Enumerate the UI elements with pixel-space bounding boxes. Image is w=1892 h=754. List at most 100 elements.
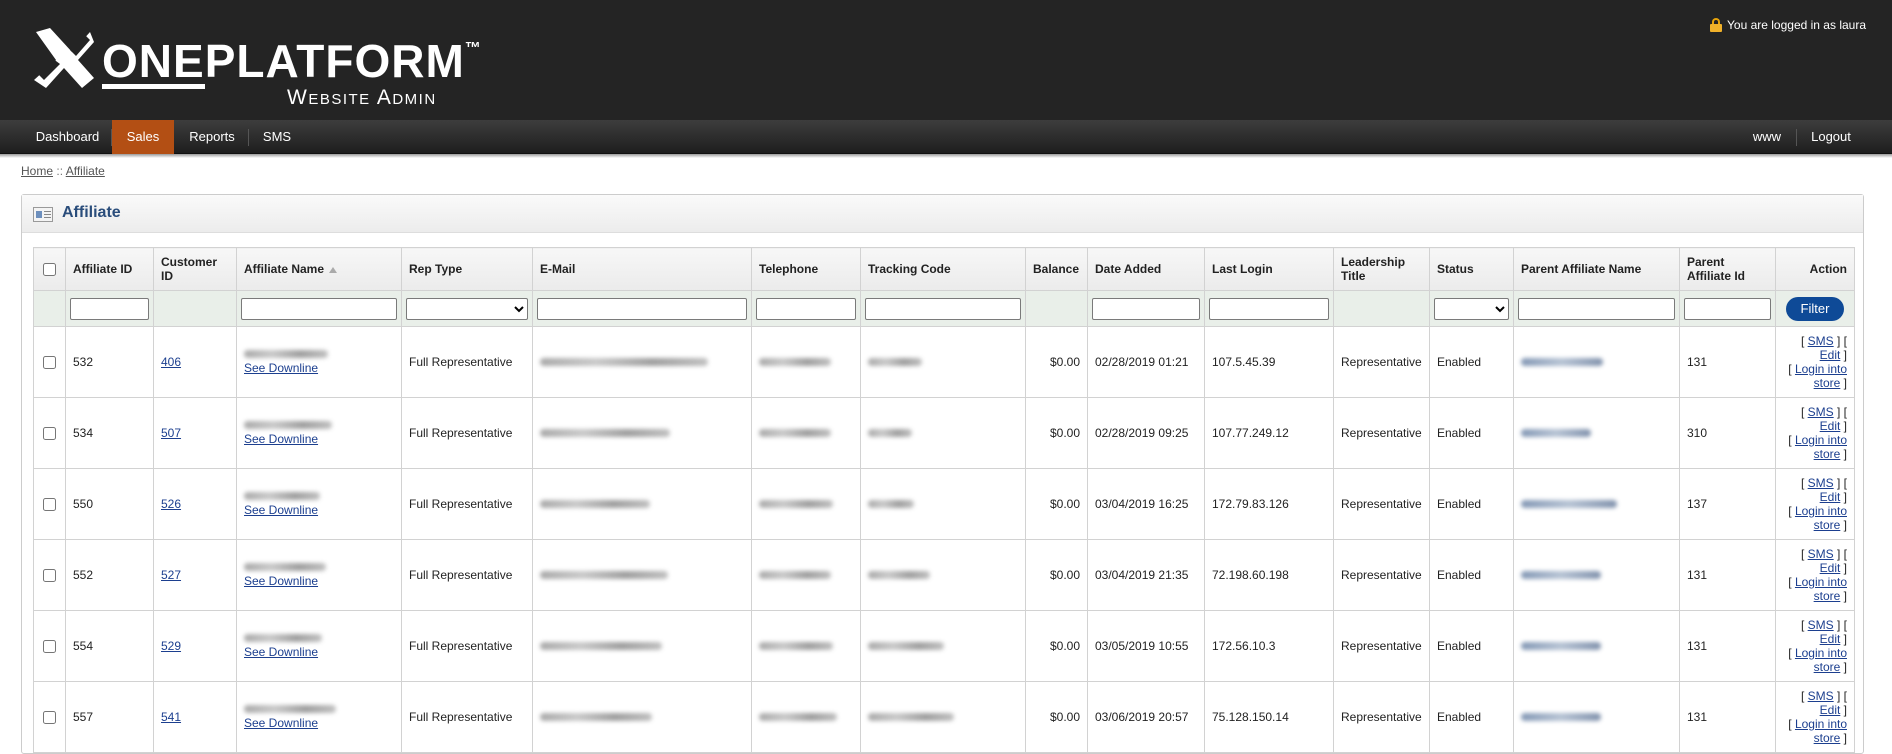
nav-sms[interactable]: SMS xyxy=(253,120,301,154)
filter-button[interactable]: Filter xyxy=(1786,296,1844,321)
col-balance[interactable]: Balance xyxy=(1025,247,1088,291)
parent-affiliate-name-redacted[interactable] xyxy=(1521,429,1591,437)
breadcrumb-affiliate[interactable]: Affiliate xyxy=(66,164,105,178)
col-action: Action xyxy=(1775,247,1855,291)
sms-link[interactable]: SMS xyxy=(1808,689,1834,703)
nav-dashboard[interactable]: Dashboard xyxy=(26,120,109,154)
logo-x-icon xyxy=(34,28,94,88)
filter-rep-type-select[interactable] xyxy=(406,297,528,320)
filter-parent-affiliate-name-input[interactable] xyxy=(1518,297,1675,320)
filter-email-input[interactable] xyxy=(537,297,747,320)
login-into-store-link[interactable]: Login into store xyxy=(1795,362,1847,390)
row-checkbox[interactable] xyxy=(43,639,56,653)
col-parent-affiliate-id[interactable]: Parent Affiliate Id xyxy=(1679,247,1776,291)
email-cell xyxy=(532,468,752,540)
nav-www[interactable]: www xyxy=(1741,120,1793,154)
see-downline-link[interactable]: See Downline xyxy=(244,645,318,659)
col-parent-affiliate-name[interactable]: Parent Affiliate Name xyxy=(1513,247,1680,291)
customer-id-link[interactable]: 529 xyxy=(161,639,181,653)
date-added-cell: 03/04/2019 16:25 xyxy=(1087,468,1205,540)
col-status[interactable]: Status xyxy=(1429,247,1514,291)
login-into-store-link[interactable]: Login into store xyxy=(1795,646,1847,674)
filter-cell xyxy=(65,290,154,327)
sms-link[interactable]: SMS xyxy=(1808,405,1834,419)
col-date-added[interactable]: Date Added xyxy=(1087,247,1205,291)
login-into-store-link[interactable]: Login into store xyxy=(1795,433,1847,461)
filter-tracking-code-input[interactable] xyxy=(865,297,1021,320)
row-checkbox[interactable] xyxy=(43,497,56,511)
balance-cell: $0.00 xyxy=(1025,539,1088,611)
parent-affiliate-name-redacted[interactable] xyxy=(1521,642,1601,650)
col-customer-id[interactable]: Customer ID xyxy=(153,247,237,291)
parent-affiliate-name-redacted[interactable] xyxy=(1521,713,1601,721)
last-login-cell: 107.5.45.39 xyxy=(1204,326,1334,398)
parent-affiliate-id-cell: 131 xyxy=(1679,539,1776,611)
row-checkbox[interactable] xyxy=(43,355,56,369)
sort-ascending-icon xyxy=(329,266,338,273)
sms-link[interactable]: SMS xyxy=(1808,334,1834,348)
filter-affiliate-name-input[interactable] xyxy=(241,297,397,320)
filter-affiliate-id-input[interactable] xyxy=(70,297,149,320)
see-downline-link[interactable]: See Downline xyxy=(244,716,318,730)
login-into-store-link[interactable]: Login into store xyxy=(1795,575,1847,603)
customer-id-link[interactable]: 406 xyxy=(161,355,181,369)
col-rep-type[interactable]: Rep Type xyxy=(401,247,533,291)
col-telephone[interactable]: Telephone xyxy=(751,247,861,291)
filter-date-added-input[interactable] xyxy=(1092,297,1200,320)
see-downline-link[interactable]: See Downline xyxy=(244,432,318,446)
login-into-store-link[interactable]: Login into store xyxy=(1795,717,1847,745)
login-into-store-link[interactable]: Login into store xyxy=(1795,504,1847,532)
col-tracking-code[interactable]: Tracking Code xyxy=(860,247,1026,291)
parent-affiliate-name-redacted[interactable] xyxy=(1521,571,1601,579)
parent-affiliate-name-redacted[interactable] xyxy=(1521,358,1603,366)
filter-last-login-input[interactable] xyxy=(1209,297,1329,320)
row-checkbox[interactable] xyxy=(43,710,56,724)
app-logo[interactable]: ONEPLATFORM™ Website Admin xyxy=(30,26,481,109)
breadcrumb-home[interactable]: Home xyxy=(21,164,53,178)
customer-id-link[interactable]: 526 xyxy=(161,497,181,511)
edit-link[interactable]: Edit xyxy=(1820,490,1841,504)
parent-affiliate-id-cell: 137 xyxy=(1679,468,1776,540)
col-affiliate-name[interactable]: Affiliate Name xyxy=(236,247,402,291)
select-all-checkbox[interactable] xyxy=(43,262,56,276)
nav-sales[interactable]: Sales xyxy=(112,120,174,154)
login-status-text: You are logged in as laura xyxy=(1727,18,1866,32)
affiliate-name-cell: See Downline xyxy=(236,539,402,611)
last-login-cell: 75.128.150.14 xyxy=(1204,681,1334,753)
affiliate-id-cell: 554 xyxy=(65,610,154,682)
see-downline-link[interactable]: See Downline xyxy=(244,361,318,375)
customer-id-link[interactable]: 541 xyxy=(161,710,181,724)
action-cell: [ SMS ] [ Edit ] [ Login into store ] xyxy=(1775,610,1855,682)
nav-reports[interactable]: Reports xyxy=(182,120,242,154)
col-leadership-title[interactable]: Leadership Title xyxy=(1333,247,1430,291)
filter-parent-affiliate-id-input[interactable] xyxy=(1684,297,1771,320)
affiliate-name-redacted xyxy=(244,420,332,429)
filter-telephone-input[interactable] xyxy=(756,297,856,320)
edit-link[interactable]: Edit xyxy=(1820,419,1841,433)
edit-link[interactable]: Edit xyxy=(1820,703,1841,717)
email-cell xyxy=(532,397,752,469)
customer-id-link[interactable]: 507 xyxy=(161,426,181,440)
sms-link[interactable]: SMS xyxy=(1808,476,1834,490)
nav-logout[interactable]: Logout xyxy=(1803,120,1859,154)
edit-link[interactable]: Edit xyxy=(1820,632,1841,646)
parent-affiliate-name-redacted[interactable] xyxy=(1521,500,1617,508)
see-downline-link[interactable]: See Downline xyxy=(244,574,318,588)
col-affiliate-id[interactable]: Affiliate ID xyxy=(65,247,154,291)
col-email[interactable]: E-Mail xyxy=(532,247,752,291)
customer-id-cell: 541 xyxy=(153,681,237,753)
edit-link[interactable]: Edit xyxy=(1820,348,1841,362)
row-checkbox[interactable] xyxy=(43,568,56,582)
customer-id-link[interactable]: 527 xyxy=(161,568,181,582)
logo-subtitle: Website Admin xyxy=(287,86,437,109)
balance-cell: $0.00 xyxy=(1025,681,1088,753)
filter-status-select[interactable] xyxy=(1434,297,1509,320)
see-downline-link[interactable]: See Downline xyxy=(244,503,318,517)
row-checkbox[interactable] xyxy=(43,426,56,440)
customer-id-cell: 406 xyxy=(153,326,237,398)
sms-link[interactable]: SMS xyxy=(1808,547,1834,561)
col-last-login[interactable]: Last Login xyxy=(1204,247,1334,291)
parent-affiliate-id-cell: 310 xyxy=(1679,397,1776,469)
sms-link[interactable]: SMS xyxy=(1808,618,1834,632)
edit-link[interactable]: Edit xyxy=(1820,561,1841,575)
